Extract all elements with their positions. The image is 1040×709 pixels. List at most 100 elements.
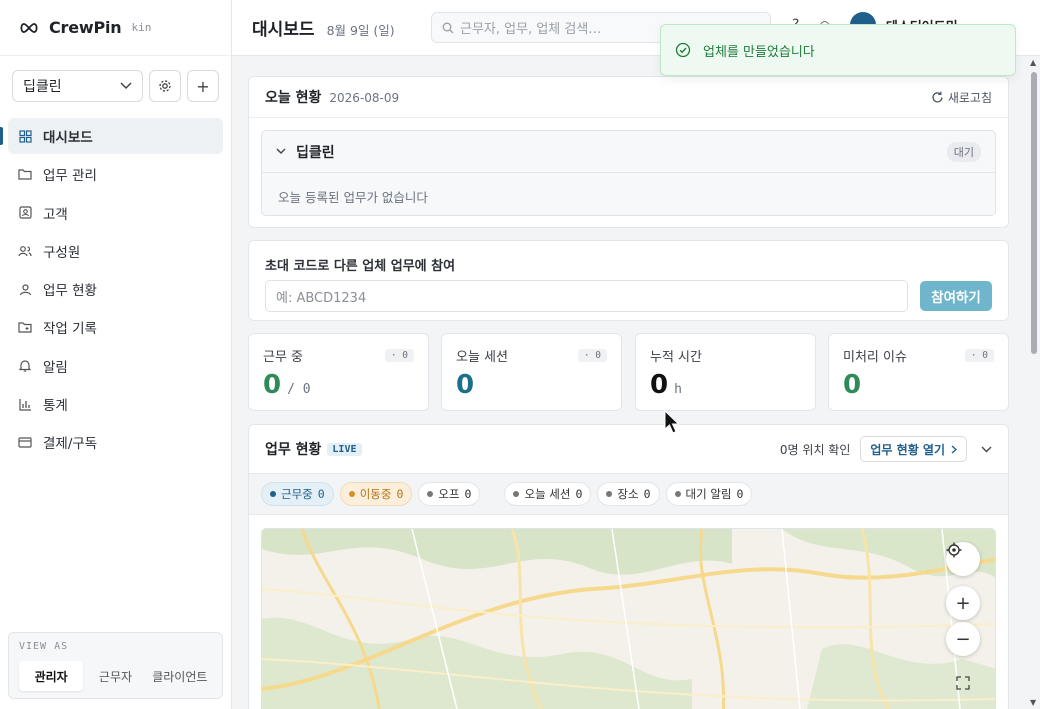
chart-icon (18, 397, 32, 411)
sidebar-item-label: 알림 (43, 359, 68, 376)
workspace-row: 딥클린 + (12, 70, 219, 102)
view-as-segmented: 관리자 근무자 클라이언트 (19, 661, 212, 691)
sidebar-item-label: 구성원 (43, 244, 81, 261)
open-live-status-label: 업무 현황 열기 (870, 442, 945, 457)
company-section-header[interactable]: 딥클린 대기 (262, 131, 995, 173)
collapse-button[interactable] (981, 442, 992, 456)
status-dot-icon (348, 491, 355, 497)
filter-count: 0 (396, 487, 404, 501)
status-dot-icon (427, 491, 434, 497)
search-icon (442, 22, 454, 33)
fullscreen-icon (956, 676, 970, 690)
workspace-select[interactable]: 딥클린 (12, 70, 143, 102)
sidebar-item-2[interactable]: 고객 (8, 195, 223, 231)
company-section: 딥클린 대기 오늘 등록된 업무가 없습니다 (261, 130, 996, 216)
plus-icon: + (196, 76, 210, 96)
today-status-title: 오늘 현황 (265, 90, 322, 106)
filter-chip-1[interactable]: 이동중 0 (339, 482, 413, 506)
check-circle-icon (675, 42, 691, 58)
today-status-header: 오늘 현황 2026-08-09 새로고침 (249, 77, 1008, 118)
filter-label: 오프 (438, 487, 460, 501)
view-as-option-0[interactable]: 관리자 (19, 661, 84, 691)
location-icon (18, 282, 32, 296)
chevron-down-icon (120, 82, 132, 90)
stat-value-row: 0 / 0 (263, 370, 414, 400)
filter-chip-3[interactable]: 오늘 세션 0 (504, 482, 592, 506)
refresh-label: 새로고침 (947, 90, 992, 105)
sidebar-item-6[interactable]: 알림 (8, 348, 223, 384)
invite-code-card: 초대 코드로 다른 업체 업무에 참여 예: ABCD1234 참여하기 (248, 240, 1009, 321)
sidebar-item-1[interactable]: 업무 관리 (8, 156, 223, 192)
infinity-logo-icon (20, 22, 38, 33)
sidebar-item-label: 업무 관리 (43, 168, 97, 185)
sidebar: CrewPin kin 딥클린 + 대시보드업무 관리고객구성원업무 현황작업 … (0, 0, 232, 709)
sidebar-item-label: 업무 현황 (43, 283, 97, 300)
sidebar-item-3[interactable]: 구성원 (8, 233, 223, 269)
stat-value: 0 (263, 370, 282, 400)
filter-count: 0 (736, 487, 744, 501)
chevron-down-icon (276, 148, 286, 154)
filter-chip-0[interactable]: 근무중 0 (261, 482, 334, 506)
stat-value-row: 0 (843, 370, 994, 400)
map-tiles (262, 529, 995, 709)
sidebar-item-7[interactable]: 통계 (8, 386, 223, 422)
filter-chip-4[interactable]: 장소 0 (597, 482, 660, 506)
sidebar-item-8[interactable]: 결제/구독 (8, 424, 223, 460)
stat-suffix: h (674, 382, 682, 397)
scroll-down-icon[interactable]: ▼ (1030, 698, 1036, 707)
brand[interactable]: CrewPin kin (0, 0, 231, 56)
sidebar-item-4[interactable]: 업무 현황 (8, 271, 223, 307)
invite-code-input[interactable]: 예: ABCD1234 (265, 280, 908, 312)
filter-chip-5[interactable]: 대기 알림 0 (665, 482, 753, 506)
view-as-option-2[interactable]: 클라이언트 (148, 661, 212, 691)
map[interactable]: + − (261, 528, 996, 709)
status-dot-icon (513, 491, 520, 497)
open-live-status-button[interactable]: 업무 현황 열기 (860, 436, 967, 462)
view-as-label: VIEW AS (19, 641, 69, 652)
stat-value: 0 (456, 370, 475, 400)
stat-suffix: / 0 (287, 382, 311, 397)
stat-chip: · 0 (964, 349, 994, 362)
sidebar-item-0[interactable]: 대시보드 (0, 118, 223, 154)
success-toast: 업체를 만들었습니다 (660, 24, 1016, 76)
sidebar-item-5[interactable]: 작업 기록 (8, 309, 223, 345)
scrollbar-thumb[interactable] (1031, 72, 1037, 354)
filter-count: 0 (317, 487, 325, 501)
brand-tag: kin (131, 21, 152, 34)
bell-icon (18, 359, 32, 373)
stat-card-0: 근무 중 · 0 0/ 0 (248, 333, 429, 411)
stat-value-row: 0h (650, 370, 801, 400)
chevron-down-icon (981, 446, 992, 453)
card-icon (18, 435, 32, 449)
sidebar-item-label: 대시보드 (43, 130, 93, 146)
locate-me-button[interactable] (946, 542, 980, 576)
invite-code-row: 예: ABCD1234 참여하기 (265, 280, 992, 312)
sidebar-item-label: 고객 (43, 206, 68, 223)
filter-label: 대기 알림 (685, 487, 732, 501)
view-as-option-1[interactable]: 근무자 (83, 661, 147, 691)
status-dot-icon (674, 491, 681, 497)
toast-message: 업체를 만들었습니다 (703, 44, 815, 60)
workspace-settings-button[interactable] (149, 70, 181, 102)
zoom-out-button[interactable]: − (946, 622, 980, 656)
join-button[interactable]: 참여하기 (920, 281, 992, 311)
plus-icon: + (955, 592, 971, 614)
sidebar-item-label: 통계 (43, 398, 68, 415)
filter-count: 0 (464, 487, 472, 501)
page-title: 대시보드 (252, 20, 315, 40)
add-workspace-button[interactable]: + (187, 70, 219, 102)
stat-label: 누적 시간 (650, 350, 702, 365)
refresh-button[interactable]: 새로고침 (931, 89, 992, 106)
page-scrollbar[interactable]: ▲ ▼ (1028, 56, 1040, 709)
brand-name: CrewPin (49, 18, 122, 37)
scroll-up-icon[interactable]: ▲ (1030, 58, 1036, 67)
status-dot-icon (606, 491, 613, 497)
filter-label: 오늘 세션 (524, 487, 571, 501)
stat-value: 0 (843, 370, 862, 400)
today-status-date: 2026-08-09 (329, 91, 400, 105)
crosshair-icon (946, 542, 962, 558)
zoom-in-button[interactable]: + (946, 586, 980, 620)
chevron-right-icon (951, 444, 957, 454)
filter-chip-2[interactable]: 오프 0 (418, 482, 481, 506)
company-name: 딥클린 (296, 144, 335, 161)
